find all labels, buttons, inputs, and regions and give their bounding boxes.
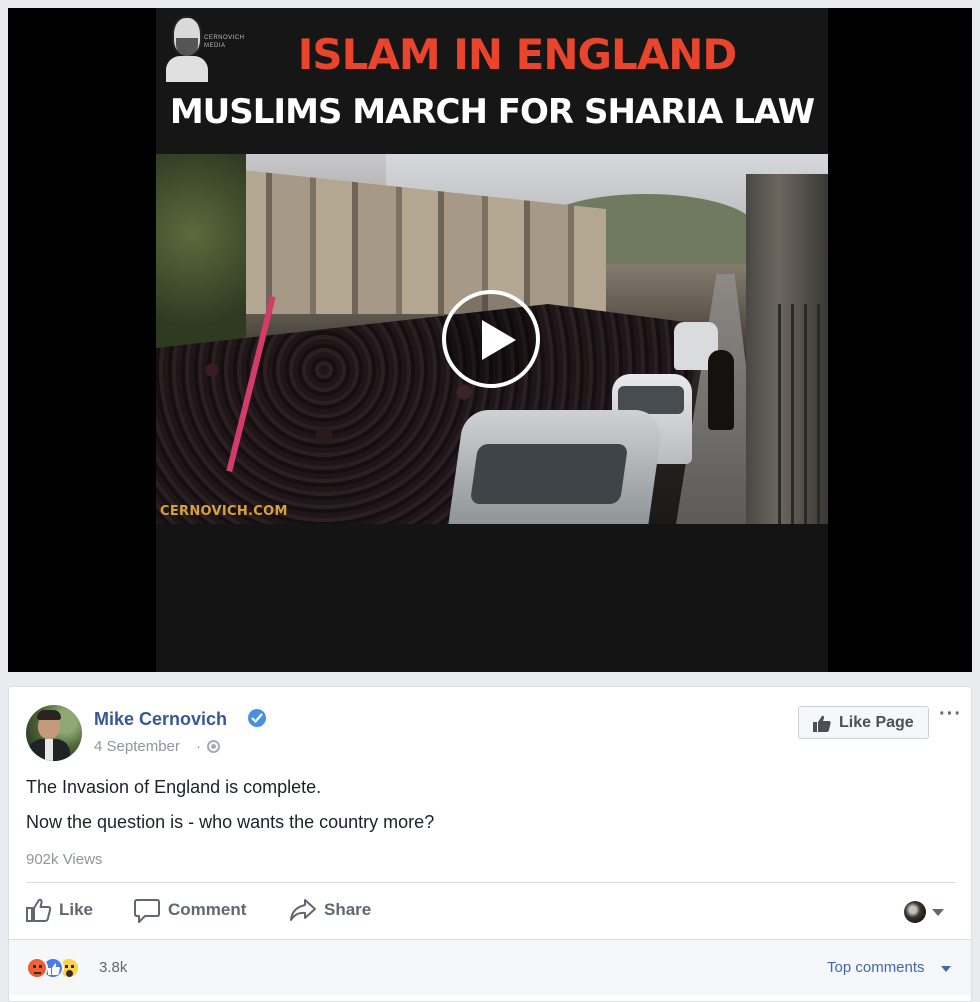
like-page-label: Like Page	[839, 714, 914, 731]
post-date[interactable]: 4 September	[94, 738, 180, 755]
viewer-avatar	[904, 901, 926, 923]
like-page-button[interactable]: Like Page	[798, 706, 929, 739]
comment-label: Comment	[168, 900, 247, 919]
like-icon	[26, 898, 52, 922]
angry-icon	[26, 957, 48, 979]
video-player[interactable]: CERNOVICH MEDIA ISLAM IN ENGLAND MUSLIMS…	[8, 8, 972, 672]
share-icon	[290, 899, 316, 921]
video-headline: ISLAM IN ENGLAND	[297, 30, 738, 79]
globe-icon	[207, 740, 220, 753]
post-as-selector[interactable]	[904, 899, 954, 925]
top-comments-label: Top comments	[827, 959, 925, 976]
verified-badge-icon	[248, 709, 266, 727]
meta-separator: ·	[196, 738, 201, 755]
video-thumbnail[interactable]: CERNOVICH MEDIA ISLAM IN ENGLAND MUSLIMS…	[156, 8, 828, 672]
video-watermark: CERNOVICH.COM	[160, 504, 288, 519]
like-button[interactable]: Like	[26, 896, 106, 926]
more-options-icon[interactable]: ···	[939, 703, 962, 726]
reaction-count[interactable]: 3.8k	[99, 959, 127, 976]
reactions-footer: 3.8k Top comments	[9, 939, 971, 995]
like-label: Like	[59, 900, 94, 919]
chevron-down-icon	[932, 909, 944, 916]
share-label: Share	[324, 900, 372, 919]
share-button[interactable]: Share	[289, 896, 389, 926]
author-name-link[interactable]: Mike Cernovich	[94, 709, 227, 730]
play-button[interactable]	[442, 290, 540, 388]
chevron-down-icon	[941, 966, 951, 972]
thumbs-up-icon	[813, 715, 831, 732]
post-text-line-1: The Invasion of England is complete.	[26, 777, 322, 797]
comment-button[interactable]: Comment	[133, 896, 263, 926]
reaction-icons[interactable]	[26, 957, 96, 981]
page-avatar[interactable]	[26, 705, 82, 761]
play-icon	[482, 320, 516, 360]
view-count: 902k Views	[26, 851, 103, 868]
video-title-band: CERNOVICH MEDIA ISLAM IN ENGLAND MUSLIMS…	[156, 8, 828, 154]
post-card: Mike Cernovich 4 September · Like Page ·…	[8, 686, 972, 1002]
comment-icon	[134, 899, 160, 923]
video-subheadline: MUSLIMS MARCH FOR SHARIA LAW	[169, 92, 815, 132]
divider	[26, 882, 956, 883]
top-comments-dropdown[interactable]: Top comments	[827, 959, 951, 976]
post-text-line-2: Now the question is - who wants the coun…	[26, 812, 435, 832]
